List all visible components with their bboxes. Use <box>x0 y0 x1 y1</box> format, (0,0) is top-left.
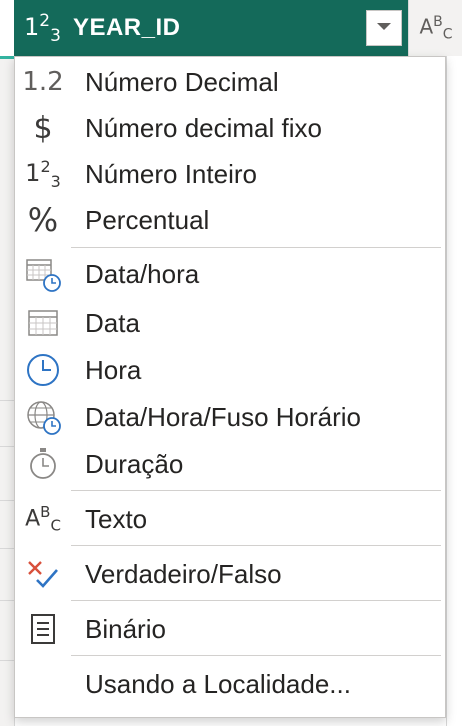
whole-number-icon: 123 <box>25 157 61 191</box>
menu-separator <box>71 490 441 491</box>
menu-item-text[interactable]: ABC Texto <box>15 496 445 542</box>
grid-cell <box>0 446 14 447</box>
data-type-menu: 1.2 Número Decimal $ Número decimal fixo… <box>14 56 446 718</box>
menu-item-label: Percentual <box>85 204 210 235</box>
menu-item-label: Data/hora <box>85 258 200 289</box>
menu-item-label: Data <box>85 307 140 338</box>
text-type-icon: ABC <box>25 503 61 535</box>
grid-left-edge <box>0 0 15 726</box>
menu-item-label: Número decimal fixo <box>85 112 322 143</box>
menu-separator <box>71 600 441 601</box>
whole-number-icon[interactable]: 123 <box>24 11 61 46</box>
menu-item-label: Duração <box>85 448 184 479</box>
next-column-header[interactable]: ABC <box>408 0 462 56</box>
grid-cell <box>0 660 14 661</box>
decimal-number-icon: 1.2 <box>22 67 64 97</box>
menu-item-using-locale[interactable]: Usando a Localidade... <box>15 661 445 707</box>
menu-item-whole-number[interactable]: 123 Número Inteiro <box>15 151 445 197</box>
globe-clock-icon <box>21 395 65 439</box>
menu-separator <box>71 545 441 546</box>
menu-item-date[interactable]: Data <box>15 300 445 346</box>
text-type-icon: ABC <box>419 13 453 43</box>
menu-item-binary[interactable]: Binário <box>15 606 445 652</box>
menu-item-label: Verdadeiro/Falso <box>85 558 282 589</box>
menu-item-label: Hora <box>85 354 142 385</box>
calendar-icon <box>21 301 65 345</box>
menu-item-label: Número Inteiro <box>85 158 257 189</box>
menu-separator <box>71 655 441 656</box>
stopwatch-icon <box>21 442 65 486</box>
percent-icon: % <box>27 201 59 239</box>
datetime-icon <box>21 252 65 296</box>
true-false-icon <box>21 552 65 596</box>
menu-item-label: Texto <box>85 503 148 534</box>
selection-indicator <box>0 56 14 59</box>
grid-cell <box>0 500 14 501</box>
chevron-down-icon <box>376 19 392 37</box>
dollar-icon: $ <box>33 110 53 146</box>
menu-item-label: Número Decimal <box>85 66 279 97</box>
grid-cell <box>0 400 14 401</box>
clock-icon <box>21 348 65 392</box>
grid-right-edge <box>446 56 462 726</box>
menu-separator <box>71 247 441 248</box>
menu-item-true-false[interactable]: Verdadeiro/Falso <box>15 551 445 597</box>
binary-icon <box>21 607 65 651</box>
menu-item-label: Usando a Localidade... <box>85 668 351 699</box>
menu-item-duration[interactable]: Duração <box>15 441 445 487</box>
menu-item-label: Data/Hora/Fuso Horário <box>85 401 361 432</box>
menu-item-datetime[interactable]: Data/hora <box>15 251 445 297</box>
column-name: YEAR_ID <box>72 14 181 41</box>
column-type-dropdown-button[interactable] <box>366 10 402 46</box>
grid-cell <box>0 548 14 549</box>
menu-item-time[interactable]: Hora <box>15 347 445 393</box>
menu-item-datetime-timezone[interactable]: Data/Hora/Fuso Horário <box>15 394 445 440</box>
grid-cell <box>0 600 14 601</box>
menu-item-fixed-decimal[interactable]: $ Número decimal fixo <box>15 105 445 151</box>
column-header[interactable]: 123 YEAR_ID <box>14 0 408 56</box>
menu-item-decimal-number[interactable]: 1.2 Número Decimal <box>15 59 445 105</box>
menu-item-percentage[interactable]: % Percentual <box>15 197 445 243</box>
menu-item-label: Binário <box>85 613 166 644</box>
